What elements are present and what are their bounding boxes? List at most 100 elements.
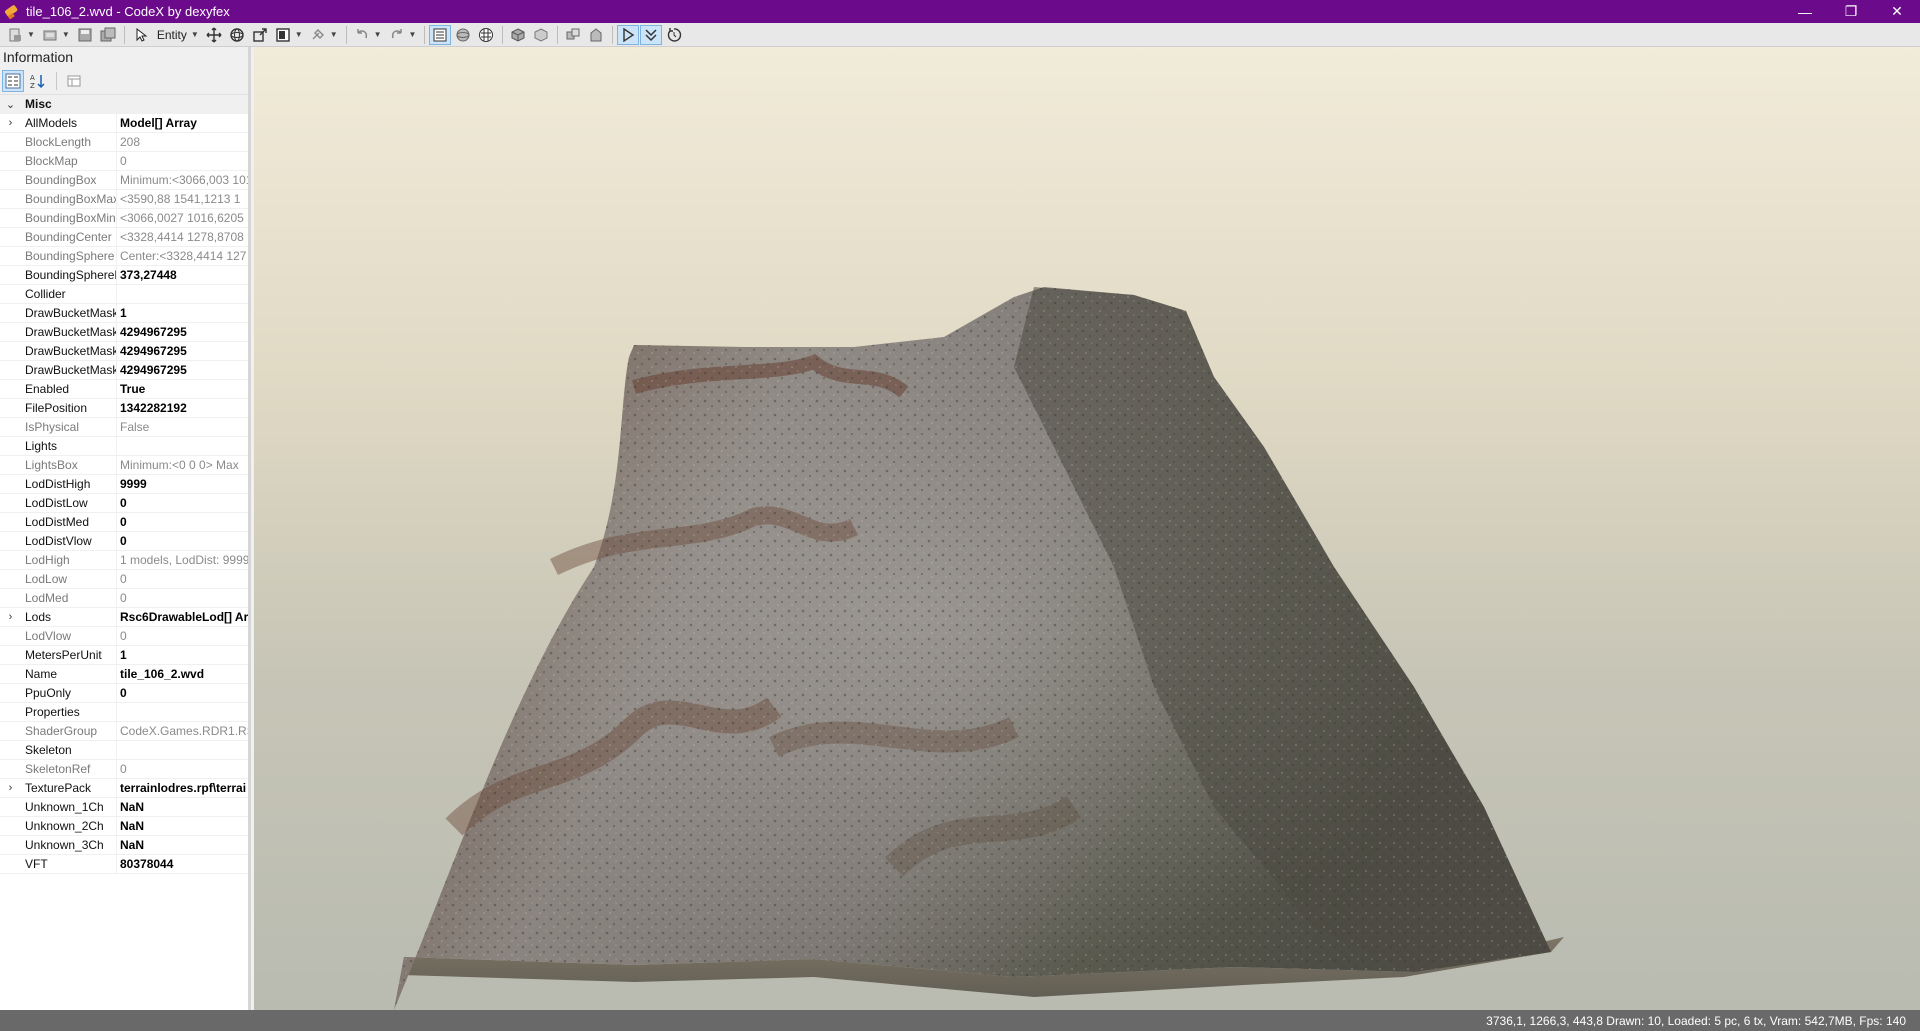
property-row[interactable]: PpuOnly 0 [0,684,248,703]
property-value[interactable]: 4294967295 [117,323,248,341]
property-row[interactable]: LightsBox Minimum:<0 0 0> Max [0,456,248,475]
property-row[interactable]: ShaderGroupCodeX.Games.RDR1.RSC [0,722,248,741]
collapse-icon[interactable]: ⌄ [0,98,21,111]
scale-button[interactable] [249,25,271,45]
property-value[interactable]: 1342282192 [117,399,248,417]
property-row[interactable]: BoundingBoxMinimum:<3066,003 1016,620 [0,171,248,190]
property-value[interactable]: True [117,380,248,398]
show-collisions-button[interactable] [507,25,529,45]
property-value[interactable]: NaN [117,817,248,835]
property-row[interactable]: LodVlow 0 [0,627,248,646]
property-row[interactable]: DrawBucketMaskMed4294967295 [0,361,248,380]
property-row[interactable]: Unknown_3Ch NaN [0,836,248,855]
texture-view-button[interactable] [475,25,497,45]
play-button[interactable] [617,24,640,45]
property-value[interactable]: 0 [117,684,248,702]
property-row[interactable]: MetersPerUnit 1 [0,646,248,665]
property-row[interactable]: › Lods Rsc6DrawableLod[] Arra [0,608,248,627]
maximize-button[interactable]: ❐ [1828,0,1874,23]
property-row[interactable]: LodMed 0 [0,589,248,608]
close-button[interactable]: ✕ [1874,0,1920,23]
property-row[interactable]: SkeletonRef 0 [0,760,248,779]
property-row[interactable]: Skeleton [0,741,248,760]
save-all-button[interactable] [97,25,119,45]
property-row[interactable]: BoundingBoxMin <3066,0027 1016,6205 [0,209,248,228]
snap-dropdown-icon[interactable]: ▼ [295,30,303,39]
property-value[interactable]: 0 [117,532,248,550]
property-value[interactable]: Rsc6DrawableLod[] Arra [117,608,248,626]
property-row[interactable]: Lights [0,437,248,456]
new-file-button[interactable] [4,25,26,45]
property-value[interactable]: Model[] Array [117,114,248,132]
property-row[interactable]: › AllModels Model[] Array [0,114,248,133]
property-row[interactable]: BlockMap 0 [0,152,248,171]
property-value[interactable]: 80378044 [117,855,248,873]
sort-alphabetical-button[interactable]: AZ [26,70,48,92]
property-row[interactable]: Enabled True [0,380,248,399]
shaded-view-button[interactable] [452,25,474,45]
property-row[interactable]: FilePosition 1342282192 [0,399,248,418]
property-value[interactable]: 4294967295 [117,361,248,379]
property-row[interactable]: Unknown_1Ch NaN [0,798,248,817]
property-value[interactable]: 373,27448 [117,266,248,284]
property-row[interactable]: Properties [0,703,248,722]
3d-viewport[interactable] [254,47,1920,1010]
collapse-button[interactable] [640,24,663,45]
property-pages-button[interactable] [63,70,85,92]
open-button[interactable] [39,25,61,45]
expand-icon[interactable]: › [0,117,21,129]
property-row[interactable]: BlockLength 208 [0,133,248,152]
category-row[interactable]: ⌄ Misc [0,95,248,114]
property-value[interactable]: NaN [117,836,248,854]
snap-button[interactable] [272,25,294,45]
new-file-dropdown-icon[interactable]: ▼ [27,30,35,39]
tool-options-button[interactable] [307,25,329,45]
property-value[interactable]: terrainlodres.rpf\terrai [117,779,248,797]
property-row[interactable]: LodHigh 1 models, LodDist: 9999 [0,551,248,570]
entity-dropdown-icon[interactable]: ▼ [191,30,199,39]
property-value[interactable]: 4294967295 [117,342,248,360]
show-lights-button[interactable] [585,25,607,45]
property-row[interactable]: BoundingSphere Center:<3328,4414 127 [0,247,248,266]
expand-icon[interactable]: › [0,611,21,623]
property-value[interactable]: 0 [117,494,248,512]
undo-dropdown-icon[interactable]: ▼ [374,30,382,39]
property-value[interactable]: 1 [117,646,248,664]
property-row[interactable]: Unknown_2Ch NaN [0,817,248,836]
property-row[interactable]: BoundingCenter <3328,4414 1278,8708 [0,228,248,247]
rotate-button[interactable] [226,25,248,45]
property-row[interactable]: Name tile_106_2.wvd [0,665,248,684]
undo-button[interactable] [351,25,373,45]
reset-view-button[interactable] [663,25,685,45]
property-row[interactable]: BoundingBoxMax <3590,88 1541,1213 1 [0,190,248,209]
property-row[interactable]: DrawBucketMask 1 [0,304,248,323]
save-button[interactable] [74,25,96,45]
entity-select-button[interactable]: Entity [129,25,191,45]
property-row[interactable]: LodDistHigh 9999 [0,475,248,494]
expand-icon[interactable]: › [0,782,21,794]
property-row[interactable]: LodDistMed 0 [0,513,248,532]
property-row[interactable]: › TexturePack terrainlodres.rpf\terrai [0,779,248,798]
property-row[interactable]: BoundingSphereRadius373,27448 [0,266,248,285]
categorized-button[interactable] [2,69,24,92]
show-skeleton-button[interactable] [562,25,584,45]
property-row[interactable]: Collider [0,285,248,304]
open-dropdown-icon[interactable]: ▼ [62,30,70,39]
property-value[interactable]: 0 [117,513,248,531]
move-button[interactable] [203,25,225,45]
redo-dropdown-icon[interactable]: ▼ [409,30,417,39]
wireframe-toggle-button[interactable] [429,24,452,45]
property-row[interactable]: DrawBucketMaskLow4294967295 [0,342,248,361]
redo-button[interactable] [386,25,408,45]
property-row[interactable]: IsPhysical False [0,418,248,437]
property-row[interactable]: LodLow 0 [0,570,248,589]
property-row[interactable]: DrawBucketMaskHigh4294967295 [0,323,248,342]
property-value[interactable]: NaN [117,798,248,816]
property-value[interactable]: tile_106_2.wvd [117,665,248,683]
property-row[interactable]: VFT 80378044 [0,855,248,874]
tool-options-dropdown-icon[interactable]: ▼ [330,30,338,39]
minimize-button[interactable]: — [1782,0,1828,23]
show-bounds-button[interactable] [530,25,552,45]
property-value[interactable]: 1 [117,304,248,322]
property-row[interactable]: LodDistVlow 0 [0,532,248,551]
